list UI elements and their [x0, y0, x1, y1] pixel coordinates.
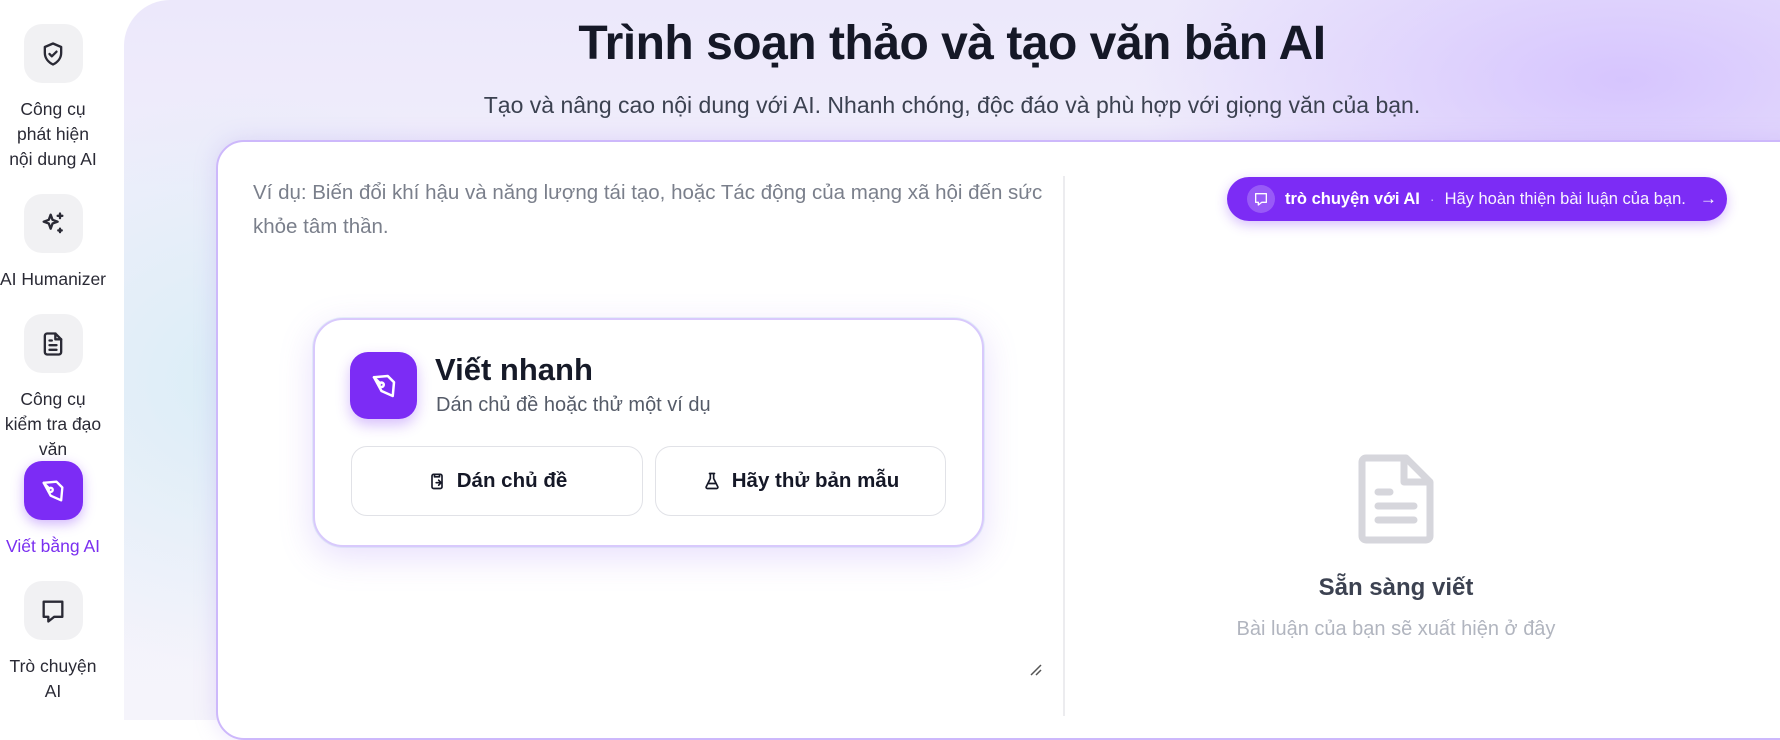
document-icon — [23, 314, 83, 373]
sidebar-item-plagiarism-checker[interactable]: Công cụ kiểm tra đạo văn — [0, 314, 106, 462]
page-subtitle: Tạo và nâng cao nội dung với AI. Nhanh c… — [483, 92, 1421, 118]
flask-icon — [705, 472, 719, 490]
sidebar-item-ai-chat[interactable]: Trò chuyện AI — [0, 581, 106, 704]
sidebar-item-label: Viết bằng AI — [5, 536, 101, 556]
sidebar-item-ai-writer[interactable]: Viết bằng AI — [0, 461, 106, 559]
sidebar-item-label: Trò chuyện AI — [9, 656, 97, 701]
sidebar-item-label: AI Humanizer — [0, 269, 107, 289]
document-icon — [1358, 454, 1434, 544]
chat-bubble-icon — [23, 581, 83, 640]
chat-pill-separator: · — [1429, 191, 1435, 207]
chat-with-ai-button[interactable]: trò chuyện với AI · Hãy hoàn thiện bài l… — [1227, 177, 1727, 221]
topic-input[interactable]: Ví dụ: Biến đổi khí hậu và năng lượng tá… — [253, 176, 1043, 244]
arrow-right-icon: → — [1699, 189, 1717, 208]
page-title-wrap: Trình soạn thảo và tạo văn bản AI — [124, 16, 1780, 71]
sidebar-item-ai-detector[interactable]: Công cụ phát hiện nội dung AI — [0, 24, 106, 172]
sparkle-icon — [23, 194, 83, 253]
page-title: Trình soạn thảo và tạo văn bản AI — [578, 17, 1326, 70]
pen-tool-icon — [23, 461, 83, 520]
chat-bubble-icon — [1247, 185, 1275, 213]
clipboard-icon — [430, 473, 443, 490]
paste-topic-button[interactable]: Dán chủ đề — [351, 446, 643, 516]
quick-write-title: Viết nhanh — [435, 352, 593, 387]
quick-write-subtitle: Dán chủ đề hoặc thử một ví dụ — [436, 394, 711, 416]
shield-check-icon — [23, 24, 83, 83]
chat-pill-hint: Hãy hoàn thiện bài luận của bạn. — [1444, 189, 1686, 208]
pen-tool-icon — [350, 352, 417, 419]
paste-topic-label: Dán chủ đề — [456, 469, 568, 492]
resize-handle-icon[interactable] — [1028, 662, 1042, 676]
sidebar-item-label: Công cụ phát hiện nội dung AI — [9, 99, 97, 169]
try-sample-button[interactable]: Hãy thử bản mẫu — [655, 446, 946, 516]
output-empty-subtitle: Bài luận của bạn sẽ xuất hiện ở đây — [1236, 618, 1556, 640]
output-empty-title: Sẵn sàng viết — [1318, 574, 1474, 601]
sidebar-item-label: Công cụ kiểm tra đạo văn — [4, 389, 102, 459]
sidebar: Công cụ phát hiện nội dung AI AI Humaniz… — [0, 0, 106, 704]
sidebar-item-ai-humanizer[interactable]: AI Humanizer — [0, 194, 106, 292]
chat-pill-title: trò chuyện với AI — [1285, 189, 1420, 208]
try-sample-label: Hãy thử bản mẫu — [731, 469, 900, 492]
